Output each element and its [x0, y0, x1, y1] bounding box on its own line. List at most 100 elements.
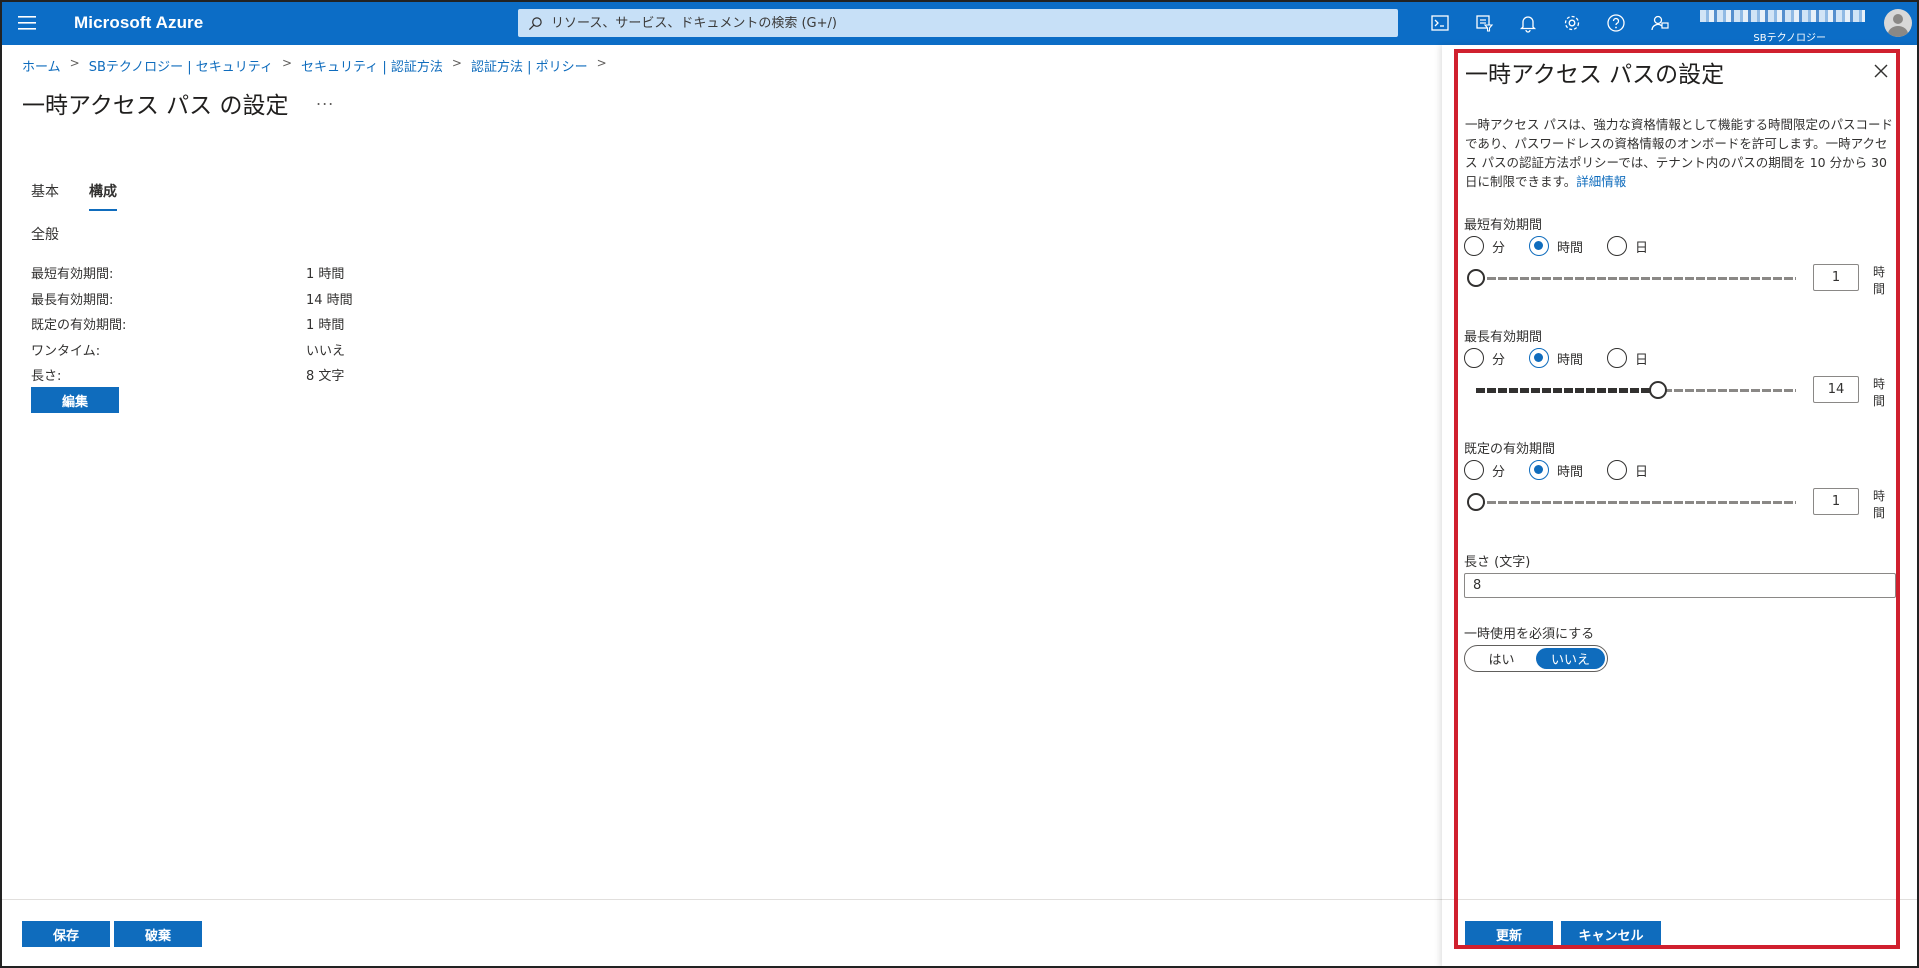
help-icon[interactable] — [1594, 0, 1638, 45]
breadcrumb-home[interactable]: ホーム — [22, 56, 61, 75]
section-general: 全般 — [31, 227, 59, 243]
one-time-toggle: はい いいえ — [1464, 645, 1608, 672]
min-lifetime-input[interactable] — [1813, 264, 1859, 291]
property-row: 最短有効期間: 1 時間 — [31, 260, 353, 286]
save-button[interactable]: 保存 — [22, 921, 110, 947]
max-unit-hours-radio[interactable] — [1529, 348, 1550, 368]
chevron-right-icon: > — [451, 56, 462, 70]
breadcrumb-policies[interactable]: 認証方法 | ポリシー — [471, 56, 588, 75]
max-lifetime-slider[interactable] — [1468, 380, 1804, 400]
min-unit-minutes-radio[interactable] — [1464, 236, 1484, 256]
property-row: 既定の有効期間: 1 時間 — [31, 311, 353, 337]
gear-icon[interactable] — [1550, 0, 1594, 45]
min-lifetime-label: 最短有効期間 — [1464, 218, 1543, 233]
search-icon — [528, 16, 542, 30]
min-unit-hours-radio[interactable] — [1529, 236, 1550, 256]
top-icons — [1418, 0, 1682, 45]
breadcrumb-auth-methods[interactable]: セキュリティ | 認証方法 — [301, 56, 443, 75]
panel-description: 一時アクセス パスは、強力な資格情報として機能する時間限定のパスコードであり、パ… — [1465, 115, 1897, 191]
panel-footer-divider — [1442, 899, 1919, 900]
panel-title: 一時アクセス パスの設定 — [1465, 62, 1725, 88]
property-row: ワンタイム: いいえ — [31, 337, 353, 363]
min-lifetime-unit: 時間 — [1873, 265, 1886, 296]
update-button[interactable]: 更新 — [1465, 921, 1553, 947]
property-row: 最長有効期間: 14 時間 — [31, 286, 353, 312]
radio-label: 分 — [1492, 352, 1506, 368]
brand-title[interactable]: Microsoft Azure — [74, 13, 519, 33]
radio-label: 日 — [1635, 352, 1649, 368]
slider-thumb[interactable] — [1649, 381, 1668, 399]
page-title: 一時アクセス パス の設定 — [22, 93, 289, 119]
one-time-yes-option[interactable]: はい — [1467, 648, 1536, 669]
property-value: 1 時間 — [306, 318, 345, 334]
cloud-shell-icon[interactable] — [1418, 0, 1462, 45]
slider-track — [1476, 277, 1796, 280]
radio-label: 時間 — [1557, 240, 1584, 256]
property-key: ワンタイム: — [31, 343, 101, 359]
discard-button[interactable]: 破棄 — [114, 921, 202, 947]
default-lifetime-unit-group: 分 時間 日 — [1464, 460, 1672, 480]
default-unit-hours-radio[interactable] — [1529, 460, 1550, 480]
slider-track — [1476, 501, 1796, 504]
footer-divider — [2, 899, 1442, 900]
radio-label: 日 — [1635, 464, 1649, 480]
chevron-right-icon: > — [69, 56, 80, 70]
default-lifetime-unit: 時間 — [1873, 489, 1886, 520]
property-value: 14 時間 — [306, 292, 353, 308]
avatar[interactable] — [1884, 9, 1912, 37]
min-lifetime-unit-group: 分 時間 日 — [1464, 236, 1672, 256]
max-lifetime-label: 最長有効期間 — [1464, 330, 1543, 345]
breadcrumb: ホーム > SBテクノロジー | セキュリティ > セキュリティ | 認証方法 > 認… — [22, 56, 616, 75]
tab-bar: 基本 構成 — [31, 178, 147, 211]
max-unit-minutes-radio[interactable] — [1464, 348, 1484, 368]
breadcrumb-security[interactable]: SBテクノロジー | セキュリティ — [89, 56, 273, 75]
search-box[interactable] — [518, 9, 1398, 37]
close-icon[interactable] — [1872, 62, 1890, 80]
tab-configuration[interactable]: 構成 — [89, 178, 117, 211]
radio-label: 分 — [1492, 464, 1506, 480]
radio-label: 時間 — [1557, 352, 1584, 368]
account-info[interactable]: SBテクノロジー — [1700, 4, 1870, 44]
radio-label: 分 — [1492, 240, 1506, 256]
default-unit-minutes-radio[interactable] — [1464, 460, 1484, 480]
property-value: いいえ — [306, 343, 346, 359]
property-key: 既定の有効期間: — [31, 318, 127, 334]
length-input[interactable] — [1464, 573, 1896, 598]
learn-more-link[interactable]: 詳細情報 — [1576, 174, 1626, 189]
account-name-redacted — [1700, 10, 1865, 22]
property-value: 1 時間 — [306, 267, 345, 283]
default-lifetime-label: 既定の有効期間 — [1464, 442, 1556, 457]
slider-thumb[interactable] — [1467, 493, 1485, 511]
description-text: 一時アクセス パスは、強力な資格情報として機能する時間限定のパスコードであり、パ… — [1465, 117, 1893, 189]
tenant-name: SBテクノロジー — [1753, 33, 1826, 44]
one-time-label: 一時使用を必須にする — [1464, 627, 1595, 642]
radio-label: 日 — [1635, 240, 1649, 256]
tab-basics[interactable]: 基本 — [31, 178, 59, 211]
property-value: 8 文字 — [306, 369, 345, 385]
properties-list: 最短有効期間: 1 時間 最長有効期間: 14 時間 既定の有効期間: 1 時間 ワン… — [31, 260, 353, 388]
one-time-no-option[interactable]: いいえ — [1536, 648, 1605, 669]
edit-button[interactable]: 編集 — [31, 387, 119, 413]
feedback-icon[interactable] — [1638, 0, 1682, 45]
search-input[interactable] — [551, 15, 1371, 31]
default-unit-days-radio[interactable] — [1607, 460, 1628, 480]
max-unit-days-radio[interactable] — [1607, 348, 1628, 368]
chevron-right-icon: > — [596, 56, 607, 70]
default-lifetime-slider[interactable] — [1467, 492, 1804, 512]
max-lifetime-unit-group: 分 時間 日 — [1464, 348, 1672, 368]
cancel-button[interactable]: キャンセル — [1561, 921, 1661, 947]
min-unit-days-radio[interactable] — [1607, 236, 1628, 256]
min-lifetime-slider[interactable] — [1467, 268, 1804, 288]
slider-thumb[interactable] — [1467, 269, 1485, 287]
bell-icon[interactable] — [1506, 0, 1550, 45]
menu-icon[interactable] — [0, 0, 54, 45]
property-row: 長さ: 8 文字 — [31, 362, 353, 388]
default-lifetime-input[interactable] — [1813, 488, 1859, 515]
directory-filter-icon[interactable] — [1462, 0, 1506, 45]
radio-label: 時間 — [1557, 464, 1584, 480]
property-key: 長さ: — [31, 369, 62, 385]
max-lifetime-input[interactable] — [1813, 376, 1859, 403]
more-options-button[interactable]: ... — [316, 90, 334, 109]
property-key: 最短有効期間: — [31, 267, 114, 283]
length-label: 長さ (文字) — [1464, 555, 1531, 570]
